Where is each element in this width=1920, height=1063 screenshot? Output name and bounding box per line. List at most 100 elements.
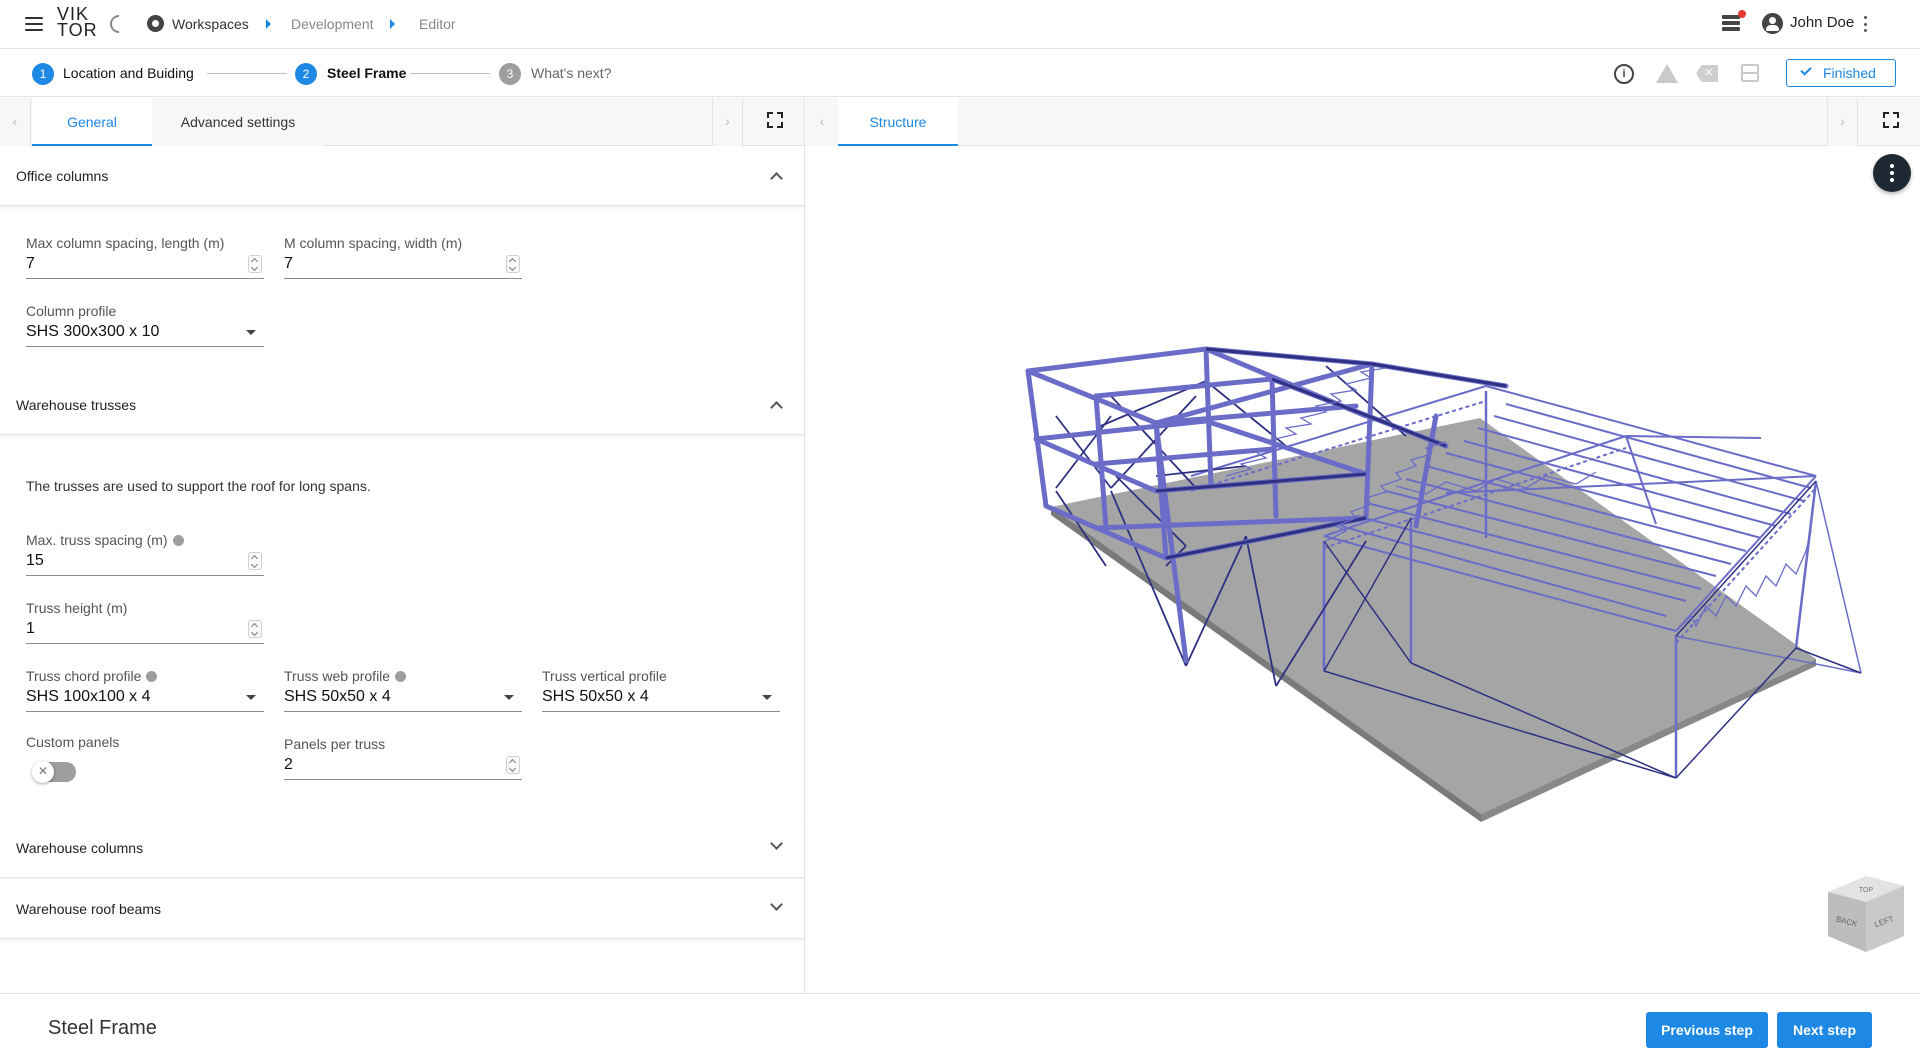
info-icon[interactable]	[172, 535, 184, 546]
truss-web-profile-label-text: Truss web profile	[284, 668, 391, 684]
view-cube[interactable]: TOP BACK LEFT	[1816, 874, 1916, 974]
truss-web-profile-value: SHS 50x50 x 4	[284, 688, 391, 705]
viktor-logo[interactable]: VIK TOR	[57, 5, 101, 42]
custom-panels-label: Custom panels	[26, 734, 120, 750]
user-avatar-icon[interactable]	[1762, 13, 1783, 34]
truss-vertical-profile-label: Truss vertical profile	[542, 668, 667, 684]
step-2-label[interactable]: Steel Frame	[327, 49, 406, 97]
section-title: Warehouse roof beams	[16, 901, 161, 917]
truss-vertical-profile-select[interactable]: SHS 50x50 x 4	[542, 686, 780, 712]
panels-per-truss-value: 2	[284, 756, 293, 773]
stepper-icon[interactable]	[506, 255, 520, 273]
step-title: Steel Frame	[48, 1017, 157, 1039]
breadcrumb-development[interactable]: Development	[291, 0, 374, 48]
view-panel: ‹ Structure › TOP BACK LEFT	[806, 98, 1920, 993]
truss-height-value: 1	[26, 620, 35, 637]
more-options-icon[interactable]	[1864, 16, 1868, 32]
max-column-spacing-length-value: 7	[26, 255, 35, 272]
truss-spacing-input[interactable]: 15	[26, 550, 264, 576]
viewer-options-button[interactable]	[1873, 154, 1911, 192]
previous-step-button[interactable]: Previous step	[1646, 1012, 1768, 1048]
user-name[interactable]: John Doe	[1790, 0, 1854, 48]
tab-general[interactable]: General	[32, 98, 152, 146]
layout-icon[interactable]	[1741, 64, 1759, 82]
section-title: Warehouse columns	[16, 840, 144, 856]
fullscreen-icon[interactable]	[767, 112, 783, 128]
view-tabs-scroll-left-icon[interactable]: ‹	[806, 98, 838, 146]
breadcrumb-editor: Editor	[419, 16, 456, 32]
column-profile-value: SHS 300x300 x 10	[26, 323, 160, 340]
section-office-columns[interactable]: Office columns	[0, 146, 804, 206]
section-title: Warehouse trusses	[16, 397, 137, 413]
trusses-description: The trusses are used to support the roof…	[26, 478, 371, 494]
jobs-icon[interactable]	[1722, 15, 1740, 33]
truss-chord-profile-label: Truss chord profile	[26, 668, 158, 684]
menu-icon[interactable]	[22, 14, 46, 34]
warning-icon[interactable]	[1656, 64, 1678, 83]
section-warehouse-columns[interactable]: Warehouse columns	[0, 818, 804, 878]
next-step-button[interactable]: Next step	[1777, 1012, 1872, 1048]
chevron-down-icon[interactable]	[770, 898, 783, 911]
toggle-off-icon: ✕	[32, 761, 54, 783]
step-3-number[interactable]: 3	[499, 63, 521, 85]
truss-web-profile-select[interactable]: SHS 50x50 x 4	[284, 686, 522, 712]
dropdown-arrow-icon	[762, 695, 772, 700]
chevron-up-icon[interactable]	[770, 172, 783, 185]
top-bar: VIK TOR Workspaces Development Editor Jo…	[0, 0, 1920, 49]
step-3-label[interactable]: What's next?	[531, 49, 612, 97]
column-spacing-width-value: 7	[284, 255, 293, 272]
truss-chord-profile-select[interactable]: SHS 100x100 x 4	[26, 686, 264, 712]
info-icon[interactable]	[146, 671, 158, 682]
stepper-icon[interactable]	[506, 756, 520, 774]
clear-icon[interactable]	[1696, 65, 1718, 82]
truss-spacing-value: 15	[26, 552, 44, 569]
stepper-icon[interactable]	[248, 552, 262, 570]
step-1-number[interactable]: 1	[32, 63, 54, 85]
steel-frame-3d-model[interactable]	[806, 146, 1920, 993]
chevron-up-icon[interactable]	[770, 401, 783, 414]
column-spacing-width-label: M column spacing, width (m)	[284, 235, 463, 251]
chevron-down-icon[interactable]	[770, 837, 783, 850]
info-icon[interactable]	[395, 671, 407, 682]
logo-line-2: TOR	[57, 20, 98, 40]
column-profile-select[interactable]: SHS 300x300 x 10	[26, 321, 264, 347]
finished-label: Finished	[1823, 65, 1876, 81]
tabs-scroll-right-icon[interactable]: ›	[712, 98, 743, 146]
step-connector	[207, 73, 287, 74]
finished-button[interactable]: Finished	[1786, 59, 1896, 87]
breadcrumb-separator-icon	[390, 19, 395, 29]
column-profile-label: Column profile	[26, 303, 117, 319]
tab-structure[interactable]: Structure	[838, 98, 958, 146]
tabs-scroll-left-icon[interactable]: ‹	[0, 98, 31, 146]
section-warehouse-roof-beams[interactable]: Warehouse roof beams	[0, 879, 804, 939]
panels-per-truss-input[interactable]: 2	[284, 754, 522, 780]
stepper-icon[interactable]	[248, 620, 262, 638]
view-tabs-scroll-right-icon[interactable]: ›	[1827, 98, 1858, 146]
footer-bar: Steel Frame Previous step Next step	[0, 993, 1920, 1063]
truss-height-input[interactable]: 1	[26, 618, 264, 644]
3d-viewer[interactable]: TOP BACK LEFT	[806, 146, 1920, 993]
section-warehouse-trusses[interactable]: Warehouse trusses	[0, 375, 804, 435]
step-1-label[interactable]: Location and Buiding	[63, 49, 194, 97]
parameter-tabs: ‹ General Advanced settings ›	[0, 98, 804, 146]
loading-spinner-icon	[106, 11, 132, 37]
section-title: Office columns	[16, 168, 109, 184]
truss-chord-profile-label-text: Truss chord profile	[26, 668, 142, 684]
max-column-spacing-length-input[interactable]: 7	[26, 253, 264, 279]
custom-panels-toggle[interactable]: ✕	[32, 761, 76, 783]
notification-dot	[1738, 10, 1746, 18]
breadcrumb-workspaces[interactable]: Workspaces	[172, 0, 249, 48]
check-icon	[1800, 64, 1812, 76]
step-2-number[interactable]: 2	[295, 63, 317, 85]
info-icon[interactable]: i	[1614, 64, 1634, 84]
column-spacing-width-input[interactable]: 7	[284, 253, 522, 279]
step-bar: 1 Location and Buiding 2 Steel Frame 3 W…	[0, 49, 1920, 97]
stepper-icon[interactable]	[248, 255, 262, 273]
step-connector	[410, 73, 490, 74]
panels-per-truss-label: Panels per truss	[284, 736, 386, 752]
view-cube-top-label: TOP	[1859, 887, 1874, 894]
view-tabs: ‹ Structure ›	[806, 98, 1920, 146]
truss-height-label: Truss height (m)	[26, 600, 128, 616]
tab-advanced-settings[interactable]: Advanced settings	[152, 98, 324, 146]
view-fullscreen-icon[interactable]	[1883, 112, 1899, 128]
